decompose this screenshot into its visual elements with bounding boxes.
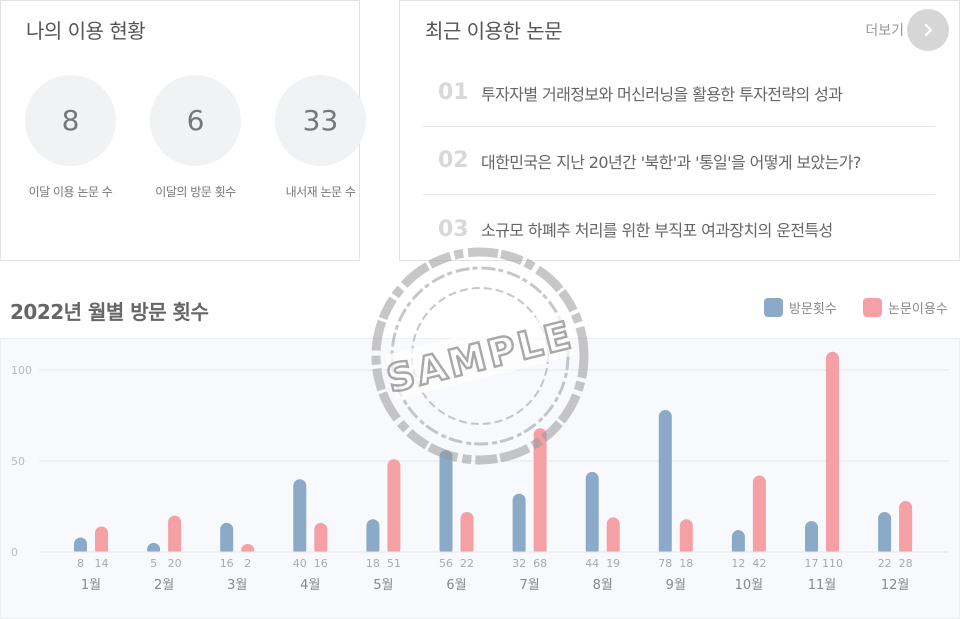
bar-value-label: 2 bbox=[244, 557, 251, 570]
bar-value-label: 17 bbox=[805, 557, 819, 570]
legend-swatch bbox=[863, 298, 882, 317]
x-tick-label: 6월 bbox=[446, 578, 466, 593]
more-label: 더보기 bbox=[865, 23, 904, 39]
bar-paper-usage bbox=[168, 515, 182, 556]
bar-visits bbox=[220, 522, 234, 556]
y-tick-label: 0 bbox=[11, 546, 18, 559]
legend-label: 논문이용수 bbox=[888, 302, 948, 317]
bar-value-label: 19 bbox=[606, 557, 620, 570]
paper-item[interactable]: 02 대한민국은 지난 20년간 '북한'과 '통일'을 어떻게 보았는가? bbox=[423, 127, 935, 195]
bar-value-label: 18 bbox=[679, 557, 693, 570]
bar-value-label: 5 bbox=[150, 557, 157, 570]
stat-label: 내서재 논문 수 bbox=[285, 185, 356, 199]
bar-value-label: 32 bbox=[512, 557, 526, 570]
sample-stamp: SAMPLE bbox=[360, 246, 600, 470]
bar-paper-usage bbox=[460, 511, 474, 556]
x-tick-label: 1월 bbox=[81, 578, 101, 593]
bar-value-label: 110 bbox=[822, 557, 843, 570]
bar-visits bbox=[585, 471, 599, 556]
bar-visits bbox=[658, 410, 672, 556]
paper-number: 03 bbox=[438, 216, 469, 242]
bar-value-label: 22 bbox=[878, 557, 892, 570]
x-tick-label: 9월 bbox=[666, 578, 686, 593]
bar-value-label: 42 bbox=[752, 557, 766, 570]
x-tick-label: 10월 bbox=[735, 578, 764, 593]
y-tick-label: 50 bbox=[11, 455, 25, 468]
y-tick-label: 100 bbox=[11, 364, 32, 377]
bar-paper-usage bbox=[606, 517, 620, 556]
paper-number: 02 bbox=[438, 148, 469, 173]
x-tick-label: 5월 bbox=[373, 578, 393, 593]
bar-value-label: 20 bbox=[168, 557, 182, 570]
x-tick-label: 3월 bbox=[227, 578, 247, 593]
bar-value-label: 44 bbox=[585, 557, 599, 570]
usage-title: 나의 이용 현황 bbox=[26, 19, 146, 43]
bar-value-label: 68 bbox=[533, 557, 547, 570]
more-link[interactable]: 더보기 bbox=[865, 9, 949, 51]
x-tick-label: 11월 bbox=[808, 578, 837, 593]
bar-paper-usage bbox=[826, 351, 839, 556]
paper-list: 01 투자자별 거래정보와 머신러닝을 활용한 투자전략의 성과 02 대한민국… bbox=[423, 59, 935, 263]
usage-card: 나의 이용 현황 8 이달 이용 논문 수 6 이달의 방문 횟수 33 내서재… bbox=[0, 0, 366, 261]
bar-value-label: 16 bbox=[314, 557, 328, 570]
x-tick-label: 2월 bbox=[154, 578, 174, 593]
bar-value-label: 51 bbox=[387, 557, 401, 570]
bar-value-label: 12 bbox=[731, 557, 745, 570]
bar-visits bbox=[366, 519, 380, 556]
bar-value-label: 22 bbox=[460, 557, 474, 570]
legend-label: 방문횟수 bbox=[789, 302, 837, 317]
stamp-text: SAMPLE bbox=[382, 313, 578, 402]
paper-number: 01 bbox=[438, 80, 469, 105]
paper-item[interactable]: 01 투자자별 거래정보와 머신러닝을 활용한 투자전략의 성과 bbox=[423, 59, 935, 127]
bar-value-label: 8 bbox=[77, 557, 84, 570]
paper-title[interactable]: 소규모 하폐추 처리를 위한 부직포 여과장치의 운전특성 bbox=[481, 217, 833, 241]
bar-value-label: 16 bbox=[220, 557, 234, 570]
stat-monthly-papers: 8 이달 이용 논문 수 bbox=[8, 75, 133, 200]
bar-visits bbox=[805, 521, 818, 556]
bar-value-label: 28 bbox=[899, 557, 913, 570]
bar-paper-usage bbox=[679, 519, 693, 556]
stat-value: 6 bbox=[150, 75, 241, 166]
bar-value-label: 56 bbox=[439, 557, 453, 570]
legend-visits: 방문횟수 bbox=[764, 298, 837, 317]
bar-visits bbox=[878, 511, 892, 556]
baseline-mask bbox=[41, 552, 949, 558]
x-tick-label: 12월 bbox=[881, 578, 910, 593]
bar-paper-usage bbox=[752, 475, 766, 556]
paper-title[interactable]: 대한민국은 지난 20년간 '북한'과 '통일'을 어떻게 보았는가? bbox=[481, 149, 861, 173]
bar-value-label: 18 bbox=[366, 557, 380, 570]
bar-value-label: 78 bbox=[658, 557, 672, 570]
stat-value: 33 bbox=[275, 75, 366, 166]
bar-value-label: 14 bbox=[95, 557, 109, 570]
stat-monthly-visits: 6 이달의 방문 횟수 bbox=[133, 75, 258, 200]
bar-paper-usage bbox=[314, 522, 328, 556]
stat-label: 이달 이용 논문 수 bbox=[28, 185, 113, 199]
stat-label: 이달의 방문 횟수 bbox=[155, 185, 236, 199]
x-tick-label: 8월 bbox=[593, 578, 613, 593]
x-tick-label: 7월 bbox=[519, 578, 539, 593]
paper-title[interactable]: 투자자별 거래정보와 머신러닝을 활용한 투자전략의 성과 bbox=[481, 81, 843, 105]
x-tick-label: 4월 bbox=[300, 578, 320, 593]
bar-value-label: 40 bbox=[293, 557, 307, 570]
stat-library-papers: 33 내서재 논문 수 bbox=[258, 75, 383, 200]
bar-visits bbox=[512, 493, 526, 556]
recent-papers-card: 최근 이용한 논문 더보기 01 투자자별 거래정보와 머신러닝을 활용한 투자… bbox=[399, 0, 960, 261]
bar-paper-usage bbox=[387, 459, 401, 556]
bar-visits bbox=[293, 479, 307, 556]
legend-paper-usage: 논문이용수 bbox=[863, 298, 948, 317]
chevron-right-icon[interactable] bbox=[907, 9, 949, 51]
chart-title: 2022년 월별 방문 횟수 bbox=[10, 300, 209, 324]
bar-paper-usage bbox=[899, 501, 913, 556]
legend-swatch bbox=[764, 298, 783, 317]
stat-value: 8 bbox=[25, 75, 116, 166]
recent-title: 최근 이용한 논문 bbox=[425, 19, 563, 43]
